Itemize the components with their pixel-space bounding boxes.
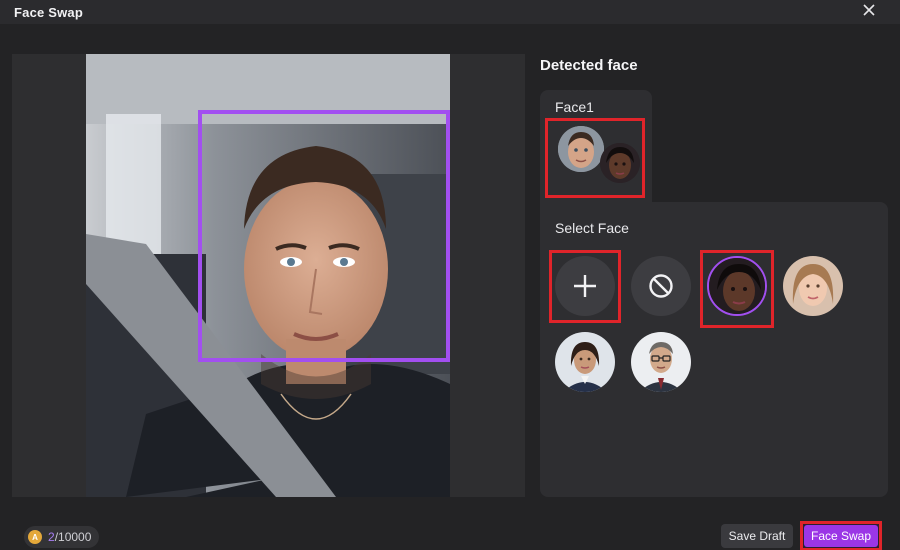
plus-icon xyxy=(574,275,596,297)
credits-counter: A 2 /10000 xyxy=(24,526,100,548)
face-swap-button-highlight: Face Swap xyxy=(800,521,882,550)
face-option-man-business[interactable] xyxy=(631,332,691,392)
no-face-button[interactable] xyxy=(631,256,691,316)
detected-face-box xyxy=(198,110,450,362)
close-icon xyxy=(863,4,875,16)
close-button[interactable] xyxy=(860,1,878,19)
coin-icon: A xyxy=(28,530,42,544)
detected-face-heading: Detected face xyxy=(540,57,638,74)
save-draft-button[interactable]: Save Draft xyxy=(721,524,793,548)
bottom-bar: A 2 /10000 Save Draft Face Swap xyxy=(0,518,900,550)
face-swap-button[interactable]: Face Swap xyxy=(804,525,878,547)
face-options-panel: Detected face Face1 Select Face xyxy=(540,54,888,497)
select-face-heading: Select Face xyxy=(555,220,629,236)
title-bar: Face Swap xyxy=(0,0,900,24)
select-face-panel: Select Face xyxy=(540,202,888,497)
target-face-thumbnail[interactable] xyxy=(600,143,640,183)
face-option-woman-light[interactable] xyxy=(783,256,843,316)
face-tab-face1[interactable]: Face1 xyxy=(540,90,652,202)
face-option-woman-dark[interactable] xyxy=(707,256,767,316)
ban-icon xyxy=(649,274,673,298)
add-face-button[interactable] xyxy=(555,256,615,316)
dialog-title: Face Swap xyxy=(14,4,83,20)
face-tab-label: Face1 xyxy=(555,99,594,115)
credits-total: /10000 xyxy=(54,530,92,544)
face-option-woman-business[interactable] xyxy=(555,332,615,392)
source-face-thumbnail[interactable] xyxy=(558,126,604,172)
credits-used: 2 xyxy=(48,530,55,544)
face-swap-dialog: Face Swap Detected face Face1 Select Fac… xyxy=(0,0,900,550)
face-pair-highlight xyxy=(545,118,645,198)
